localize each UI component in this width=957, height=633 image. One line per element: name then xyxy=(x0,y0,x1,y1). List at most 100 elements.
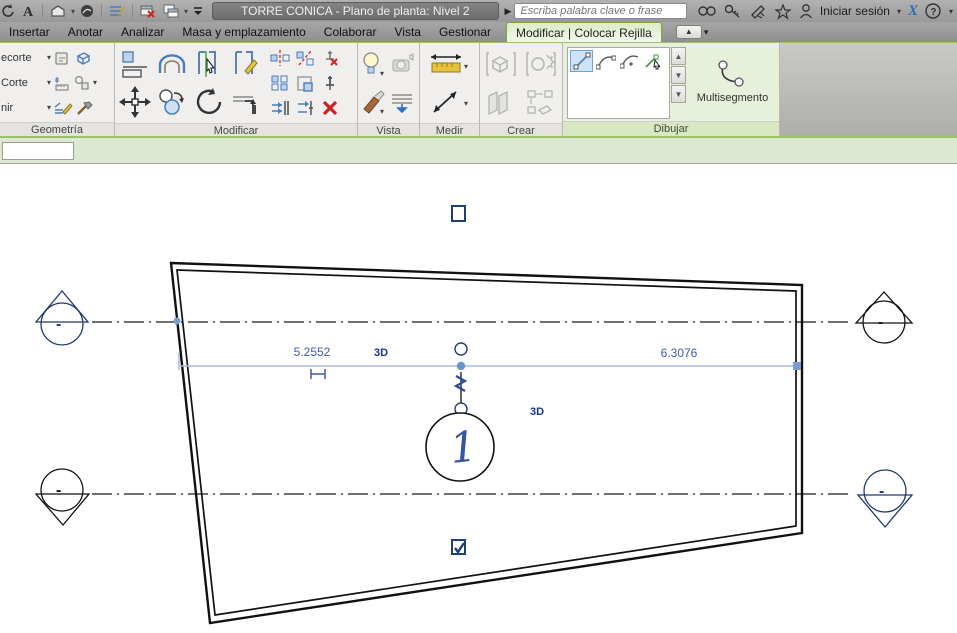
trim-corner-button[interactable] xyxy=(227,83,264,121)
array-button[interactable] xyxy=(267,70,292,95)
tab-gestionar[interactable]: Gestionar xyxy=(430,22,500,42)
pin-button[interactable] xyxy=(317,70,342,95)
offset-button[interactable] xyxy=(153,45,190,83)
grid-3d-toggle-bottom[interactable]: 3D xyxy=(530,406,544,418)
scale-button[interactable] xyxy=(292,70,317,95)
panel-label-crear[interactable]: Crear xyxy=(480,123,562,136)
create-group-button[interactable] xyxy=(481,45,521,83)
measure-between-button[interactable]: ▾ xyxy=(428,83,472,121)
show-geometry-button[interactable] xyxy=(73,49,93,67)
close-hidden-windows-button[interactable] xyxy=(138,2,158,20)
tab-anotar[interactable]: Anotar xyxy=(59,22,112,42)
move-button[interactable] xyxy=(116,83,153,121)
draw-arc-start-end-tool[interactable] xyxy=(594,50,617,72)
tab-masa-y-emplazamiento[interactable]: Masa y emplazamiento xyxy=(173,22,314,42)
elevation-marker-top-right[interactable]: - xyxy=(856,292,912,343)
panel-label-modificar[interactable]: Modificar xyxy=(115,123,357,136)
tab-insertar[interactable]: Insertar xyxy=(0,22,59,42)
corte-button-label[interactable]: Corte xyxy=(1,77,45,89)
tab-vista[interactable]: Vista xyxy=(386,22,430,42)
visibility-button[interactable]: ▾ xyxy=(359,45,389,83)
delete-button[interactable] xyxy=(317,95,342,120)
graphics-override-button[interactable]: ▾ xyxy=(359,83,389,121)
recorte-button-label[interactable]: ecorte xyxy=(1,52,45,64)
align-edges-button[interactable] xyxy=(267,95,292,120)
rotate-button[interactable] xyxy=(190,83,227,121)
link-caret[interactable]: ▾ xyxy=(93,78,97,87)
elevation-marker-top-left[interactable]: - xyxy=(36,291,88,345)
corte-caret[interactable]: ▾ xyxy=(47,78,51,87)
trim-extend-edit-button[interactable] xyxy=(227,45,264,83)
multisegment-button[interactable]: Multisegmento xyxy=(687,45,778,119)
tab-modificar-colocar-rejilla[interactable]: Modificar | Colocar Rejilla xyxy=(506,22,662,42)
panel-label-vista[interactable]: Vista xyxy=(358,123,419,136)
paste-button[interactable] xyxy=(53,49,71,67)
communication-center-icon[interactable] xyxy=(749,3,767,19)
palette-scroll-up-button[interactable]: ▲ xyxy=(671,47,686,65)
witness-grip-icon[interactable] xyxy=(311,369,325,379)
tab-colaborar[interactable]: Colaborar xyxy=(315,22,386,42)
wall-snap-dot[interactable] xyxy=(174,318,181,325)
search-icon[interactable] xyxy=(697,3,717,19)
thin-lines-button[interactable] xyxy=(107,2,127,20)
measure-button[interactable]: ▾ xyxy=(428,45,472,83)
create-assembly-button[interactable] xyxy=(481,83,521,121)
palette-expand-button[interactable]: ▼ xyxy=(671,85,686,103)
trim-extend-corner-button[interactable] xyxy=(190,45,227,83)
switch-windows-button[interactable] xyxy=(161,2,181,20)
sign-in-label[interactable]: Iniciar sesión xyxy=(820,4,890,18)
panel-label-geometria[interactable]: Geometría xyxy=(0,122,114,136)
copy-button[interactable] xyxy=(153,83,190,121)
palette-scroll-down-button[interactable]: ▼ xyxy=(671,66,686,84)
tab-analizar[interactable]: Analizar xyxy=(112,22,173,42)
undo-button[interactable] xyxy=(0,2,16,20)
favorites-star-icon[interactable] xyxy=(774,3,792,20)
draw-line-tool[interactable] xyxy=(570,50,593,72)
unir-button-label[interactable]: nir xyxy=(1,102,45,114)
unir-caret[interactable]: ▾ xyxy=(47,103,51,112)
grid-end-checkbox-top[interactable] xyxy=(452,206,465,221)
options-bar-input[interactable] xyxy=(2,142,74,160)
panel-label-medir[interactable]: Medir xyxy=(420,123,479,136)
split-button[interactable] xyxy=(292,95,317,120)
mirror-draw-button[interactable] xyxy=(292,45,317,70)
subscription-key-icon[interactable] xyxy=(724,3,742,19)
home-3d-caret[interactable]: ▾ xyxy=(71,7,75,16)
customize-qat-button[interactable] xyxy=(191,2,205,20)
align-button[interactable] xyxy=(116,45,153,83)
section-button[interactable] xyxy=(78,2,96,20)
mirror-axis-button[interactable] xyxy=(267,45,292,70)
switch-windows-caret[interactable]: ▾ xyxy=(184,7,188,16)
temp-dimension-left[interactable]: 5.2552 xyxy=(294,345,331,359)
grid-end-checkbox-bottom[interactable] xyxy=(452,540,465,554)
panel-label-dibujar[interactable]: Dibujar xyxy=(563,121,779,136)
unpin-button[interactable] xyxy=(317,45,342,70)
linework-view-button[interactable] xyxy=(389,83,419,121)
recorte-caret[interactable]: ▾ xyxy=(47,53,51,62)
pick-lines-tool[interactable] xyxy=(642,50,665,72)
grid-bubble-1[interactable]: 1 xyxy=(426,413,494,481)
help-search-input[interactable] xyxy=(514,3,686,19)
linework-button[interactable] xyxy=(53,99,73,117)
grid-point-dot[interactable] xyxy=(457,362,465,370)
drawing-area[interactable]: - - - - 5.2552 6.3076 3D 3D 1 xyxy=(0,164,957,631)
elevation-marker-bottom-right[interactable]: - xyxy=(858,470,912,527)
elevation-marker-bottom-left[interactable]: - xyxy=(36,469,89,525)
text-tool-button[interactable]: A xyxy=(19,2,37,20)
help-icon[interactable]: ? xyxy=(925,3,942,20)
ribbon-state-caret[interactable]: ▾ xyxy=(704,27,709,38)
temp-dimension-right[interactable]: 6.3076 xyxy=(661,346,698,360)
wall-dimension-button[interactable] xyxy=(53,74,71,92)
create-similar-button[interactable] xyxy=(521,45,561,83)
add-elbow-icon[interactable] xyxy=(456,376,465,391)
sign-in-caret[interactable]: ▾ xyxy=(897,7,901,16)
dimension-end-handle[interactable] xyxy=(793,362,801,370)
help-caret[interactable]: ▾ xyxy=(949,7,953,16)
ribbon-state-toggle-button[interactable]: ▲ xyxy=(676,25,702,39)
search-expand-arrow[interactable]: ▶ xyxy=(505,6,512,17)
demolish-button[interactable] xyxy=(75,99,93,117)
create-parts-button[interactable] xyxy=(521,83,561,121)
exchange-apps-icon[interactable]: X xyxy=(908,3,918,20)
draw-arc-center-tool[interactable] xyxy=(618,50,641,72)
grid-3d-toggle-top[interactable]: 3D xyxy=(374,347,388,359)
